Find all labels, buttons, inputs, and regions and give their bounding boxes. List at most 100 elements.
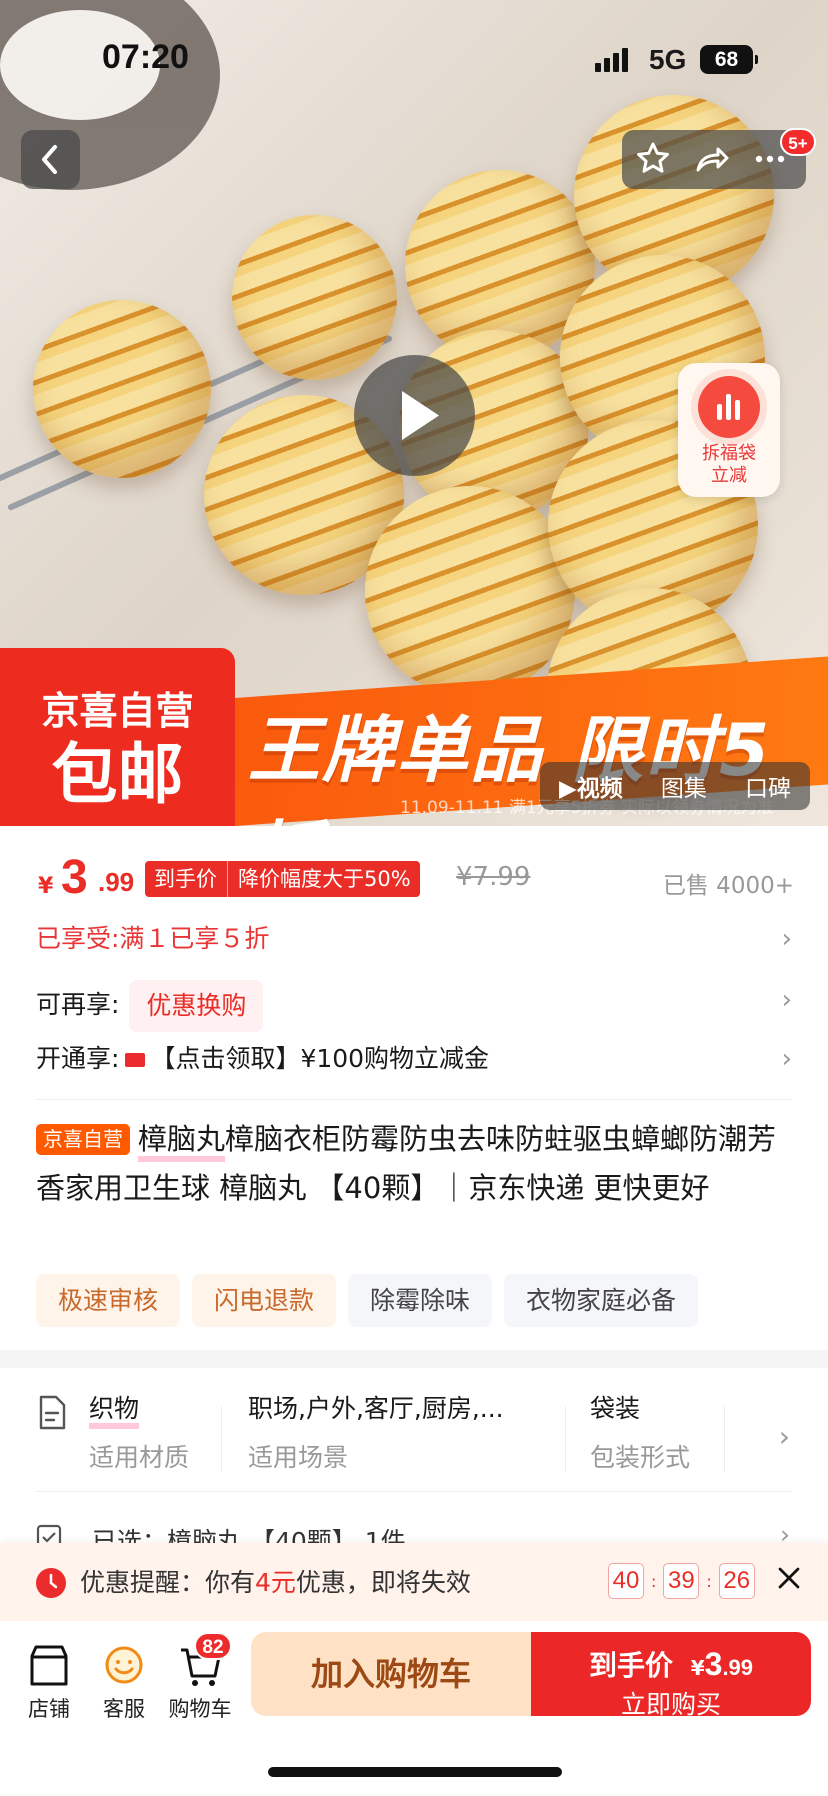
divider <box>36 1491 792 1492</box>
store-icon <box>30 1645 68 1686</box>
spec-material: 织物 适用材质 <box>89 1392 189 1474</box>
self-operated-text: 京喜自营 <box>41 689 194 733</box>
signal-icon <box>595 48 628 72</box>
discount-label: 降价幅度大于50% <box>227 861 411 897</box>
divider <box>36 1099 792 1100</box>
reminder-prefix: 优惠提醒：你有 <box>80 1568 256 1597</box>
top-action-group <box>622 130 806 189</box>
enjoyed-discount-row[interactable]: 已享受:满１已享５折 › <box>36 919 796 959</box>
sold-count: 已售 4000+ <box>662 873 794 899</box>
home-indicator <box>268 1767 562 1777</box>
enjoyed-discount-text: 已享受:满１已享５折 <box>36 924 270 953</box>
message-badge: 5+ <box>780 128 816 156</box>
card-icon <box>125 1053 146 1067</box>
back-button[interactable] <box>21 130 80 189</box>
spec-value: 职场,户外,客厅,厨房,... <box>248 1394 504 1423</box>
buy-price-currency: ¥ <box>690 1656 705 1680</box>
free-shipping-text: 包邮 <box>51 736 184 813</box>
price-integer: 3 <box>61 851 88 904</box>
exchange-offer-chip[interactable]: 优惠换购 <box>129 980 264 1032</box>
spec-label: 包装形式 <box>590 1443 691 1472</box>
feature-chip: 闪电退款 <box>192 1274 337 1327</box>
shop-label: 店铺 <box>28 1697 70 1721</box>
cart-count-badge: 82 <box>194 1632 232 1660</box>
timer-separator: : <box>651 1571 657 1591</box>
price-tag: 到手价 降价幅度大于50% <box>145 861 420 897</box>
spec-row[interactable]: 织物 适用材质 职场,户外,客厅,厨房,... 适用场景 袋装 包装形式 › <box>36 1392 796 1492</box>
countdown-seconds: 26 <box>718 1563 755 1599</box>
tab-video[interactable]: ▶视频 <box>559 769 623 803</box>
buy-price-decimal: .99 <box>722 1655 754 1680</box>
close-icon <box>778 1567 800 1589</box>
battery-level: 68 <box>714 48 739 71</box>
customer-service-button[interactable]: 客服 <box>89 1641 159 1723</box>
price-currency: ¥ <box>38 874 54 899</box>
section-gap <box>0 1350 828 1368</box>
tab-gallery[interactable]: 图集 <box>661 769 707 803</box>
clock-icon <box>36 1568 66 1598</box>
spec-divider <box>565 1406 566 1472</box>
customer-service-label: 客服 <box>103 1697 145 1721</box>
spec-scene: 职场,户外,客厅,厨房,... 适用场景 <box>248 1392 533 1474</box>
buy-price-line: 到手价 ¥3.99 <box>531 1644 811 1684</box>
spec-packaging: 袋装 包装形式 <box>590 1392 690 1474</box>
reminder-message: 优惠提醒：你有4元优惠，即将失效 <box>80 1563 471 1599</box>
spec-label: 适用场景 <box>248 1443 349 1472</box>
lucky-bag-sub: 立减 <box>711 465 747 486</box>
reminder-suffix: 优惠，即将失效 <box>295 1568 471 1597</box>
chevron-right-icon: › <box>781 985 792 1015</box>
document-icon <box>39 1395 66 1430</box>
add-to-cart-button[interactable]: 加入购物车 <box>251 1632 531 1716</box>
price-row: ¥ 3 .99 到手价 降价幅度大于50% ¥7.99 已售 4000+ <box>36 850 796 904</box>
timer-separator: : <box>706 1571 712 1591</box>
original-price: ¥7.99 <box>456 862 531 892</box>
feature-chip: 除霉除味 <box>348 1274 493 1327</box>
customer-service-icon <box>105 1646 143 1684</box>
chevron-right-icon: › <box>778 1420 790 1453</box>
media-tabs: ▶视频 图集 口碑 <box>540 762 810 810</box>
price-decimal: .99 <box>98 867 135 897</box>
shop-type-tag: 京喜自营 <box>36 1124 130 1155</box>
membership-offer-row[interactable]: 开通享: 【点击领取】¥100购物立减金 › <box>36 1039 796 1079</box>
lucky-bag-button[interactable]: 拆福袋 立减 <box>678 363 780 497</box>
buy-now-label: 立即购买 <box>620 1690 721 1719</box>
countdown-timer: 40: 39: 26 <box>608 1563 755 1599</box>
spec-divider <box>221 1406 222 1472</box>
buy-price-integer: 3 <box>704 1646 723 1682</box>
buy-now-button[interactable]: 到手价 ¥3.99 立即购买 <box>531 1632 811 1719</box>
chevron-right-icon: › <box>781 924 792 954</box>
share-icon[interactable] <box>691 139 731 179</box>
buy-price-label: 到手价 <box>588 1649 673 1682</box>
membership-offer-label: 开通享: <box>36 1044 120 1073</box>
chevron-right-icon: › <box>781 1044 792 1074</box>
spec-value: 织物 <box>89 1392 189 1429</box>
feature-chips: 极速审核 闪电退款 除霉除味 衣物家庭必备 <box>36 1274 699 1327</box>
extra-offer-row[interactable]: 可再享: 优惠换购 › <box>36 980 796 1032</box>
countdown-minutes: 39 <box>663 1563 700 1599</box>
spec-divider <box>724 1406 725 1472</box>
product-title: 京喜自营 樟脑丸樟脑衣柜防霉防虫去味防蛀驱虫蟑螂防潮芳香家用卫生球 樟脑丸 【40… <box>36 1115 796 1213</box>
status-time: 07:20 <box>102 38 189 76</box>
feature-chip: 衣物家庭必备 <box>504 1274 699 1327</box>
discount-reminder-bar: 优惠提醒：你有4元优惠，即将失效 40: 39: 26 <box>0 1543 828 1621</box>
chevron-left-icon <box>42 145 57 174</box>
extra-offer-label: 可再享: <box>36 990 120 1019</box>
shop-button[interactable]: 店铺 <box>14 1641 84 1723</box>
chart-bars-icon <box>698 376 760 438</box>
favorite-star-icon[interactable] <box>633 139 673 179</box>
product-media[interactable]: 07:20 5G 68 5+ 拆福袋 立减 京喜自营 包邮 王牌单品 限时5折 … <box>0 0 828 826</box>
lucky-bag-label: 拆福袋 <box>702 443 756 464</box>
play-video-button[interactable] <box>354 355 475 476</box>
close-reminder-button[interactable] <box>776 1561 802 1599</box>
final-price-label: 到手价 <box>154 867 217 891</box>
membership-offer-text: 【点击领取】¥100购物立减金 <box>150 1044 490 1073</box>
network-type: 5G <box>649 44 687 75</box>
spec-value: 袋装 <box>590 1394 641 1423</box>
self-operated-badge: 京喜自营 包邮 <box>0 648 235 826</box>
product-ball <box>33 300 211 478</box>
play-icon <box>402 391 439 440</box>
tab-reviews[interactable]: 口碑 <box>745 769 791 803</box>
countdown-hours: 40 <box>608 1563 644 1599</box>
reminder-amount: 4元 <box>255 1568 296 1597</box>
title-keyword: 樟脑丸 <box>138 1122 226 1162</box>
